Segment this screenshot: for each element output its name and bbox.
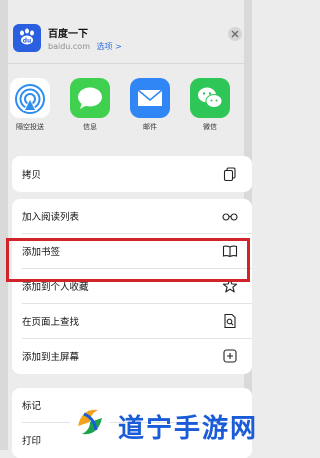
share-airdrop-label: 隔空投送: [16, 123, 44, 131]
page-title: 百度一下: [48, 29, 88, 40]
watermark-logo-icon: [70, 402, 110, 442]
share-wechat[interactable]: 微信: [188, 78, 232, 132]
share-mail[interactable]: 邮件: [128, 78, 172, 132]
header-divider: [8, 63, 244, 64]
print-label: 打印: [22, 436, 42, 447]
close-icon: [231, 30, 239, 38]
reading-list-label: 加入阅读列表: [22, 212, 80, 223]
share-mail-label: 邮件: [143, 123, 157, 131]
copy-icon: [223, 167, 236, 182]
share-messages[interactable]: 信息: [68, 78, 112, 132]
baidu-logo-icon: du: [13, 24, 41, 52]
copy-action[interactable]: 拷贝: [12, 157, 252, 191]
copy-card: 拷贝: [12, 156, 252, 192]
add-home-screen-action[interactable]: 添加到主屏幕: [12, 339, 252, 373]
find-on-page-action[interactable]: 在页面上查找: [12, 304, 252, 338]
share-sheet: du 百度一下 baidu.com 选项 > 隔空投送 信息 邮件 微信 拷贝 …: [0, 0, 256, 458]
share-airdrop[interactable]: 隔空投送: [8, 78, 52, 132]
actions-card: 加入阅读列表 添加书签 添加到个人收藏 在页面上查找 添加到主屏幕: [12, 199, 252, 374]
share-messages-label: 信息: [83, 123, 97, 131]
highlight-box: [6, 238, 250, 282]
page-domain: baidu.com 选项 >: [48, 41, 122, 52]
share-header: du 百度一下 baidu.com 选项 >: [8, 22, 244, 62]
watermark-text: 道宁手游网: [118, 414, 259, 444]
watermark: 道宁手游网: [62, 400, 256, 450]
plus-square-icon: [223, 349, 237, 363]
copy-label: 拷贝: [22, 170, 42, 181]
airdrop-icon: [10, 78, 50, 118]
wechat-icon: [190, 78, 230, 118]
share-targets: 隔空投送 信息 邮件 微信: [8, 78, 252, 140]
add-home-screen-label: 添加到主屏幕: [22, 352, 80, 363]
domain-text: baidu.com: [48, 42, 90, 51]
messages-icon: [70, 78, 110, 118]
markup-label: 标记: [22, 401, 42, 412]
share-wechat-label: 微信: [203, 123, 217, 131]
find-in-page-icon: [224, 313, 236, 329]
options-link[interactable]: 选项 >: [97, 42, 122, 51]
svg-text:du: du: [23, 38, 32, 45]
close-button[interactable]: [228, 27, 242, 41]
left-edge: [0, 0, 8, 450]
reading-list-action[interactable]: 加入阅读列表: [12, 199, 252, 233]
glasses-icon: [222, 213, 238, 221]
mail-icon: [130, 78, 170, 118]
find-on-page-label: 在页面上查找: [22, 317, 80, 328]
